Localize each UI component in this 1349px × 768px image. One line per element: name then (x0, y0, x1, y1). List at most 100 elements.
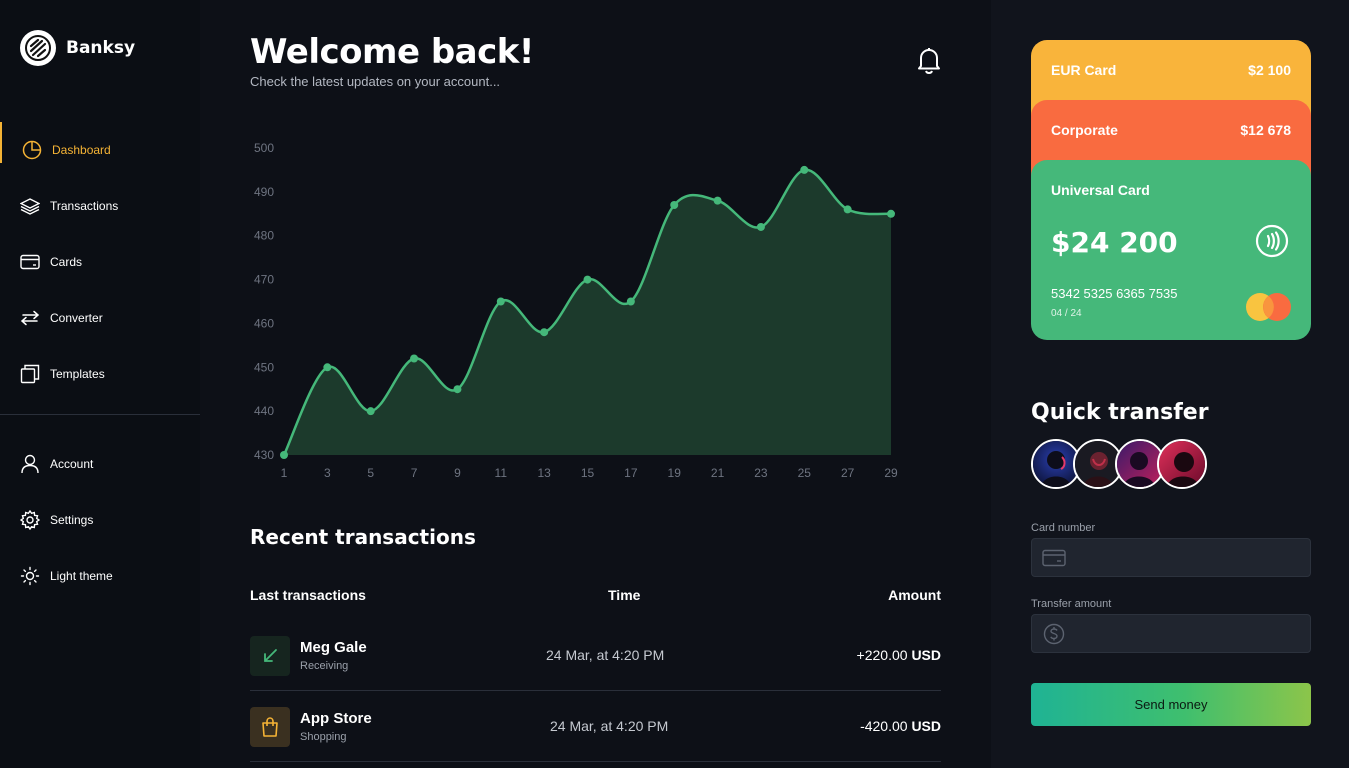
x-tick-label: 29 (884, 466, 898, 480)
user-icon (20, 454, 40, 474)
x-tick-label: 13 (537, 466, 551, 480)
chart-point (670, 201, 679, 210)
sidebar-item-transactions[interactable]: Transactions (0, 178, 200, 234)
transaction-time: 24 Mar, at 4:20 PM (550, 718, 669, 734)
mastercard-icon (1246, 293, 1291, 321)
transaction-category: Receiving (300, 660, 349, 672)
sidebar-item-label: Dashboard (52, 143, 111, 157)
x-tick-label: 3 (324, 466, 331, 480)
y-tick-label: 440 (254, 404, 274, 418)
sidebar-item-label: Templates (50, 367, 105, 381)
bell-icon[interactable] (916, 46, 942, 74)
card-balance: $2 100 (1248, 62, 1291, 78)
sidebar-item-label: Converter (50, 311, 103, 325)
chart-point (540, 328, 549, 337)
sidebar: Banksy Dashboard Transactions Cards Conv… (0, 0, 200, 768)
column-header-last-transactions: Last transactions (250, 587, 366, 603)
chart-point (280, 451, 288, 459)
chart-point (583, 275, 592, 284)
contact-avatar-4[interactable] (1157, 439, 1207, 489)
page-title: Welcome back! (250, 32, 534, 72)
transaction-amount: -420.00 USD (860, 718, 941, 734)
credit-card-icon (20, 252, 40, 272)
chart-point (887, 209, 895, 218)
y-axis: 430 440 450 460 470 480 490 500 (254, 141, 274, 462)
card-number-input[interactable] (1072, 539, 1302, 576)
send-money-button[interactable]: Send money (1031, 683, 1311, 726)
transaction-name: App Store (300, 710, 372, 727)
transactions-table-header: Last transactions Time Amount (250, 587, 941, 607)
arrows-exchange-icon (20, 308, 40, 328)
card-balance: $24 200 (1051, 226, 1178, 259)
sidebar-item-account[interactable]: Account (0, 436, 200, 492)
y-tick-label: 460 (254, 316, 274, 330)
sidebar-item-cards[interactable]: Cards (0, 234, 200, 290)
x-tick-label: 27 (841, 466, 855, 480)
x-tick-label: 25 (798, 466, 812, 480)
chart-point (756, 222, 765, 231)
brand[interactable]: Banksy (20, 30, 135, 66)
chart-point (800, 165, 809, 174)
transfer-amount-field[interactable] (1031, 614, 1311, 653)
sidebar-item-label: Account (50, 457, 94, 471)
card-expiry: 04 / 24 (1051, 308, 1082, 319)
transaction-category: Shopping (300, 731, 347, 743)
x-tick-label: 19 (668, 466, 682, 480)
chart-point (366, 407, 375, 416)
sidebar-item-settings[interactable]: Settings (0, 492, 200, 548)
x-tick-label: 21 (711, 466, 725, 480)
card-label: EUR Card (1051, 62, 1117, 78)
chart-point (496, 297, 505, 306)
transfer-amount-label: Transfer amount (1031, 598, 1112, 610)
copy-icon (20, 364, 40, 384)
sidebar-divider (0, 414, 200, 415)
gear-icon (20, 510, 40, 530)
transaction-name: Meg Gale (300, 639, 367, 656)
y-tick-label: 490 (254, 185, 274, 199)
sidebar-item-dashboard[interactable]: Dashboard (0, 122, 200, 178)
card-label: Corporate (1051, 122, 1118, 138)
y-tick-label: 430 (254, 448, 274, 462)
card-number-field[interactable] (1031, 538, 1311, 577)
balance-chart: 430440450460470480490500 1 3 5 7 9 11 13 15 17 19… (254, 141, 898, 480)
sidebar-item-templates[interactable]: Templates (0, 346, 200, 402)
y-tick-label: 500 (254, 141, 274, 155)
transaction-currency: USD (911, 647, 941, 663)
x-tick-label: 17 (624, 466, 638, 480)
chart-area-fill (284, 169, 891, 455)
chart-point (410, 354, 419, 363)
credit-card-icon (1042, 547, 1066, 569)
y-tick-label: 480 (254, 229, 274, 243)
transaction-amount: +220.00 USD (857, 647, 941, 663)
column-header-amount: Amount (888, 587, 941, 603)
shopping-bag-icon (250, 707, 290, 747)
table-row[interactable]: App Store Shopping 24 Mar, at 4:20 PM -4… (250, 692, 941, 762)
arrow-down-left-icon (250, 636, 290, 676)
x-tick-label: 9 (454, 466, 461, 480)
chart-point (713, 196, 722, 205)
quick-transfer-title: Quick transfer (1031, 400, 1209, 425)
x-tick-label: 11 (495, 466, 508, 480)
sidebar-item-converter[interactable]: Converter (0, 290, 200, 346)
page-subtitle: Check the latest updates on your account… (250, 74, 501, 89)
transfer-amount-input[interactable] (1072, 615, 1302, 652)
main-nav: Dashboard Transactions Cards Converter T… (0, 122, 200, 402)
chart-point (843, 205, 852, 214)
sidebar-item-label: Settings (50, 513, 94, 527)
x-tick-label: 15 (581, 466, 595, 480)
column-header-time: Time (608, 587, 641, 603)
table-row[interactable]: Meg Gale Receiving 24 Mar, at 4:20 PM +2… (250, 621, 941, 691)
x-tick-label: 7 (411, 466, 418, 480)
brand-name: Banksy (66, 38, 136, 58)
sidebar-item-light-theme[interactable]: Light theme (0, 548, 200, 604)
card-balance: $12 678 (1240, 122, 1291, 138)
pie-chart-icon (22, 140, 42, 160)
main-content: Welcome back! Check the latest updates o… (200, 0, 991, 768)
app: Banksy Dashboard Transactions Cards Conv… (0, 0, 1349, 768)
card-number-label: Card number (1031, 522, 1096, 534)
transaction-time: 24 Mar, at 4:20 PM (546, 647, 665, 663)
layers-icon (20, 196, 40, 216)
universal-card[interactable]: Universal Card $24 200 5342 5325 6365 75… (1031, 160, 1311, 340)
recent-transactions-title: Recent transactions (250, 525, 476, 549)
card-number: 5342 5325 6365 7535 (1051, 286, 1178, 301)
